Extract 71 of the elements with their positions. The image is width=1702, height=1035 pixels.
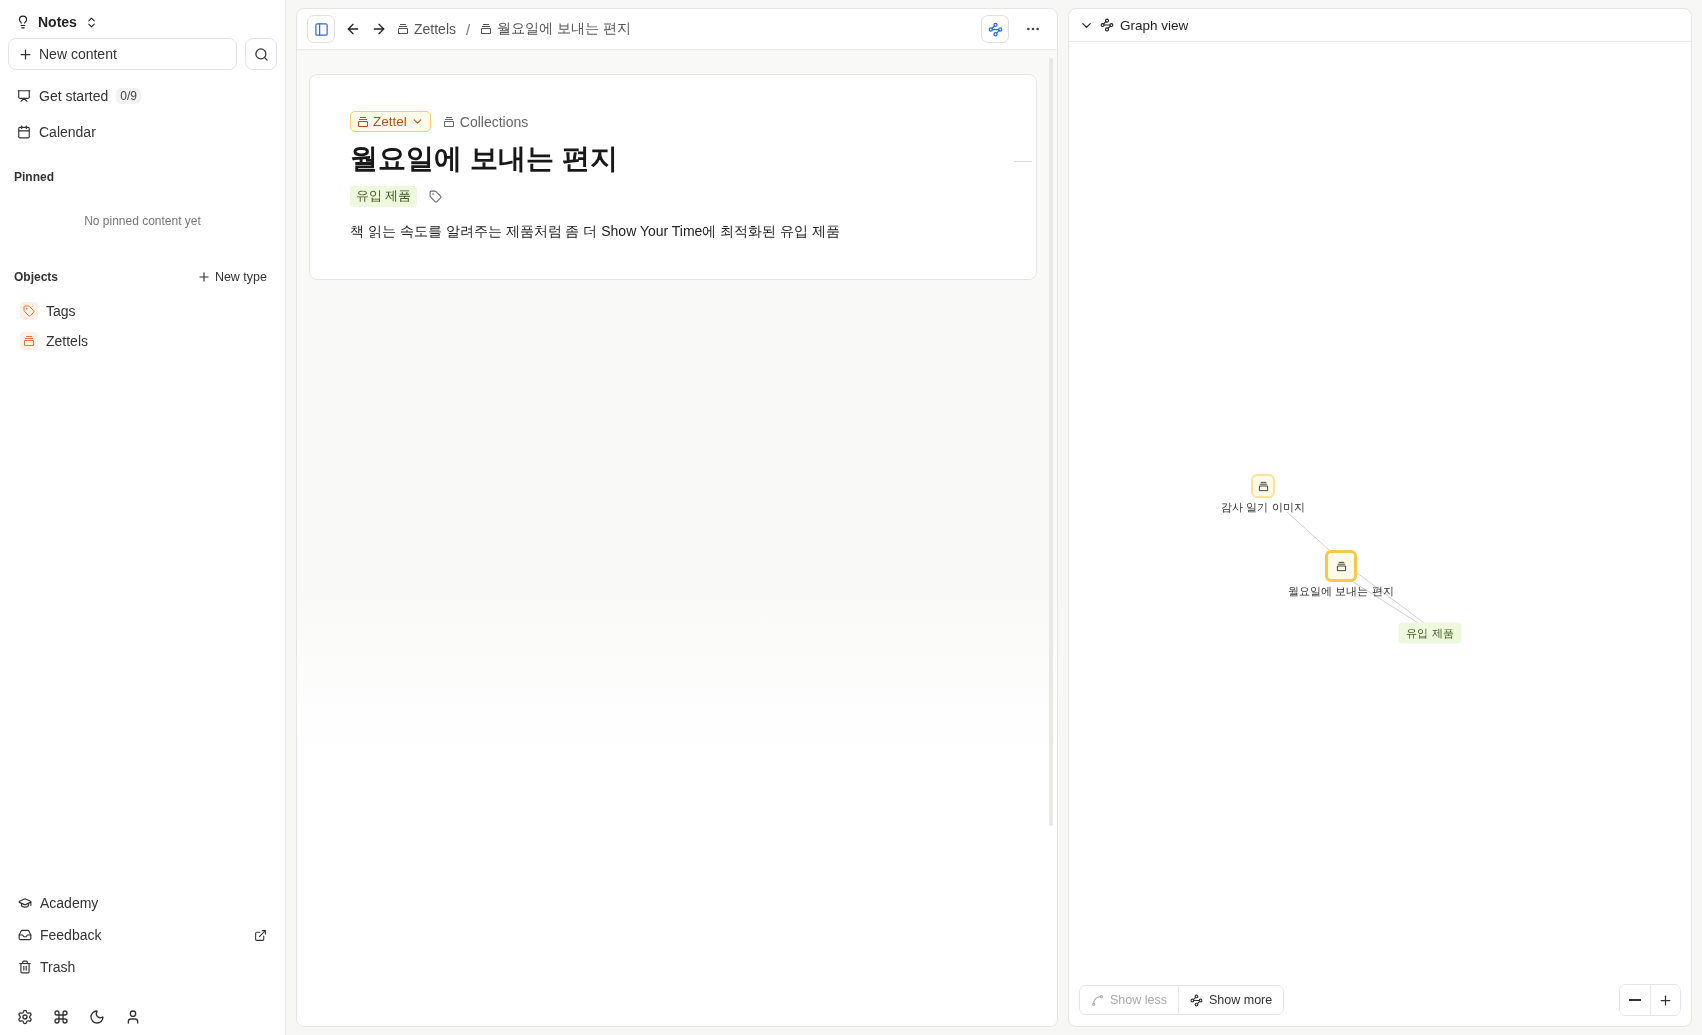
box-icon — [357, 115, 369, 128]
object-type-label: Tags — [46, 303, 76, 319]
minus-icon — [1629, 999, 1641, 1001]
breadcrumb-link[interactable]: 월요일에 보내는 편지 — [480, 20, 631, 38]
plus-icon — [196, 270, 211, 284]
type-selector[interactable]: Zettel — [350, 111, 431, 132]
box-icon — [20, 332, 38, 350]
user-icon[interactable] — [125, 1009, 141, 1025]
panel-title: Graph view — [1120, 17, 1189, 33]
nav-item[interactable]: Trash — [8, 951, 277, 983]
search-icon — [253, 46, 269, 62]
box-icon — [442, 115, 455, 128]
section-heading: Objects — [13, 270, 59, 284]
forward-icon[interactable] — [371, 21, 387, 37]
breadcrumb-link[interactable]: Zettels — [397, 21, 456, 37]
breadcrumb-separator: / — [466, 20, 471, 38]
search-button[interactable] — [245, 38, 277, 70]
box-icon — [1257, 480, 1269, 492]
presentation-icon — [17, 89, 31, 103]
lightbulb-icon — [16, 15, 30, 29]
box-icon — [480, 23, 493, 35]
section-heading: Pinned — [13, 170, 55, 184]
workspace-switcher[interactable]: Notes — [8, 8, 106, 36]
tag-icon — [20, 302, 38, 320]
object-type-item[interactable]: Zettels — [8, 326, 277, 356]
nav-label: Calendar — [39, 124, 96, 140]
panel-left-icon — [313, 21, 329, 37]
external-link-icon — [254, 928, 267, 942]
nav-label: Academy — [40, 895, 100, 911]
graph-tag-node[interactable]: 유입 제품 — [1398, 622, 1462, 644]
new-type-button[interactable]: New type — [186, 270, 277, 284]
calendar-icon — [17, 125, 31, 139]
nav-label: Feedback — [40, 927, 103, 943]
command-icon[interactable] — [53, 1009, 69, 1025]
sidebar-toggle-button[interactable] — [307, 15, 335, 43]
graph-node-label: 감사 일기 이미지 — [1221, 500, 1305, 515]
empty-message: No pinned content yet — [83, 213, 202, 230]
nav-label: Trash — [40, 959, 77, 975]
progress-badge: 0/9 — [116, 88, 141, 104]
plus-icon — [1658, 992, 1673, 1008]
nav-item[interactable]: Calendar — [8, 114, 277, 150]
note-description: 책 읽는 속도를 알려주는 제품처럼 좀 더 Show Your Time에 최적화된 유입 제품 — [350, 223, 842, 241]
back-icon[interactable] — [345, 21, 361, 37]
tag-icon[interactable] — [429, 190, 443, 203]
graph-node[interactable] — [1251, 474, 1275, 498]
trash-icon — [18, 960, 32, 974]
box-icon — [1335, 560, 1347, 572]
graph-node-label: 월요일에 보내는 편지 — [1288, 584, 1394, 599]
graph-icon — [1190, 993, 1203, 1007]
inbox-icon — [18, 928, 32, 942]
new-content-button[interactable]: New content — [8, 38, 237, 70]
graph-node[interactable] — [1325, 550, 1357, 582]
nav-item[interactable]: Feedback — [8, 919, 277, 951]
object-type-item[interactable]: Tags — [8, 296, 277, 326]
collection-link[interactable]: Collections — [442, 113, 529, 130]
graduation-cap-icon — [18, 896, 32, 910]
nav-item[interactable]: Get started 0/9 — [8, 78, 277, 114]
show-more-button[interactable]: Show more — [1178, 986, 1284, 1014]
plus-icon — [18, 46, 33, 62]
graph-icon — [1100, 18, 1114, 32]
nav-item[interactable]: Academy — [8, 887, 277, 919]
box-icon — [397, 23, 409, 35]
object-type-label: Zettels — [46, 333, 88, 349]
graph-toggle-button[interactable] — [981, 15, 1009, 43]
settings-icon[interactable] — [17, 1009, 33, 1025]
graph-icon — [987, 21, 1003, 37]
note-title: 월요일에 보내는 편지 — [350, 142, 619, 176]
moon-icon[interactable] — [89, 1009, 105, 1025]
tag-chip[interactable]: 유입 제품 — [350, 186, 418, 207]
line-icon — [1091, 993, 1104, 1007]
nav-label: Get started — [39, 88, 109, 104]
